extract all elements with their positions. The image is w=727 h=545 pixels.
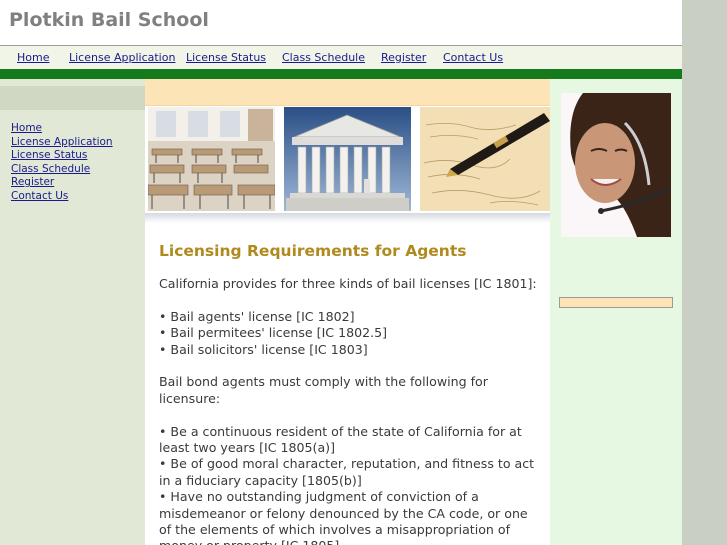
sidebar-navigation: Home License Application License Status … xyxy=(11,122,113,204)
topnav-license-status-link[interactable]: License Status xyxy=(186,51,266,64)
page: Plotkin Bail School Home License Applica… xyxy=(0,0,682,545)
green-divider-bar xyxy=(0,69,682,79)
sidebar-item-home[interactable]: Home xyxy=(11,122,113,136)
topnav-contact-us-link[interactable]: Contact Us xyxy=(443,51,503,64)
sidebar-item-register[interactable]: Register xyxy=(11,176,113,190)
site-title: Plotkin Bail School xyxy=(9,9,209,31)
classroom-photo xyxy=(148,107,275,211)
article: Licensing Requirements for Agents Califo… xyxy=(159,241,539,545)
topnav-class-schedule-link[interactable]: Class Schedule xyxy=(282,51,365,64)
courthouse-photo xyxy=(284,107,411,211)
intro-paragraph: California provides for three kinds of b… xyxy=(159,276,537,291)
content-header-band xyxy=(145,79,550,106)
main-content-column: Licensing Requirements for Agents Califo… xyxy=(145,79,550,545)
sidebar-highlight-bar xyxy=(559,297,673,308)
left-sidebar: Home License Application License Status … xyxy=(0,79,145,545)
top-navigation: Home License Application License Status … xyxy=(0,46,682,69)
topnav-home-link[interactable]: Home xyxy=(17,51,49,64)
requirement-item: • Be a continuous resident of the state … xyxy=(159,423,522,456)
pen-document-photo xyxy=(420,107,550,211)
topnav-register-link[interactable]: Register xyxy=(381,51,426,64)
sidebar-item-class-schedule[interactable]: Class Schedule xyxy=(11,163,113,177)
page-heading: Licensing Requirements for Agents xyxy=(159,242,467,260)
photo-banner xyxy=(145,106,550,216)
license-type-item: • Bail agents' license [IC 1802] xyxy=(159,308,355,324)
right-sidebar xyxy=(550,79,682,545)
requirement-item: • Be of good moral character, reputation… xyxy=(159,456,535,488)
license-type-item: • Bail permitees' license [IC 1802.5] xyxy=(159,325,388,341)
sidebar-item-license-status[interactable]: License Status xyxy=(11,149,113,163)
requirement-item: • Have no outstanding judgment of convic… xyxy=(159,489,528,545)
sidebar-item-contact-us[interactable]: Contact Us xyxy=(11,190,113,204)
topnav-license-application-link[interactable]: License Application xyxy=(69,51,175,64)
headset-agent-photo xyxy=(561,93,671,237)
site-header: Plotkin Bail School xyxy=(0,0,682,46)
requirements-intro: Bail bond agents must comply with the fo… xyxy=(159,374,488,406)
sidebar-item-license-application[interactable]: License Application xyxy=(11,136,113,150)
window-margin xyxy=(682,0,727,545)
banner-shadow xyxy=(145,213,550,223)
license-type-item: • Bail solicitors' license [IC 1803] xyxy=(159,341,368,357)
sidebar-header-band xyxy=(0,86,145,110)
